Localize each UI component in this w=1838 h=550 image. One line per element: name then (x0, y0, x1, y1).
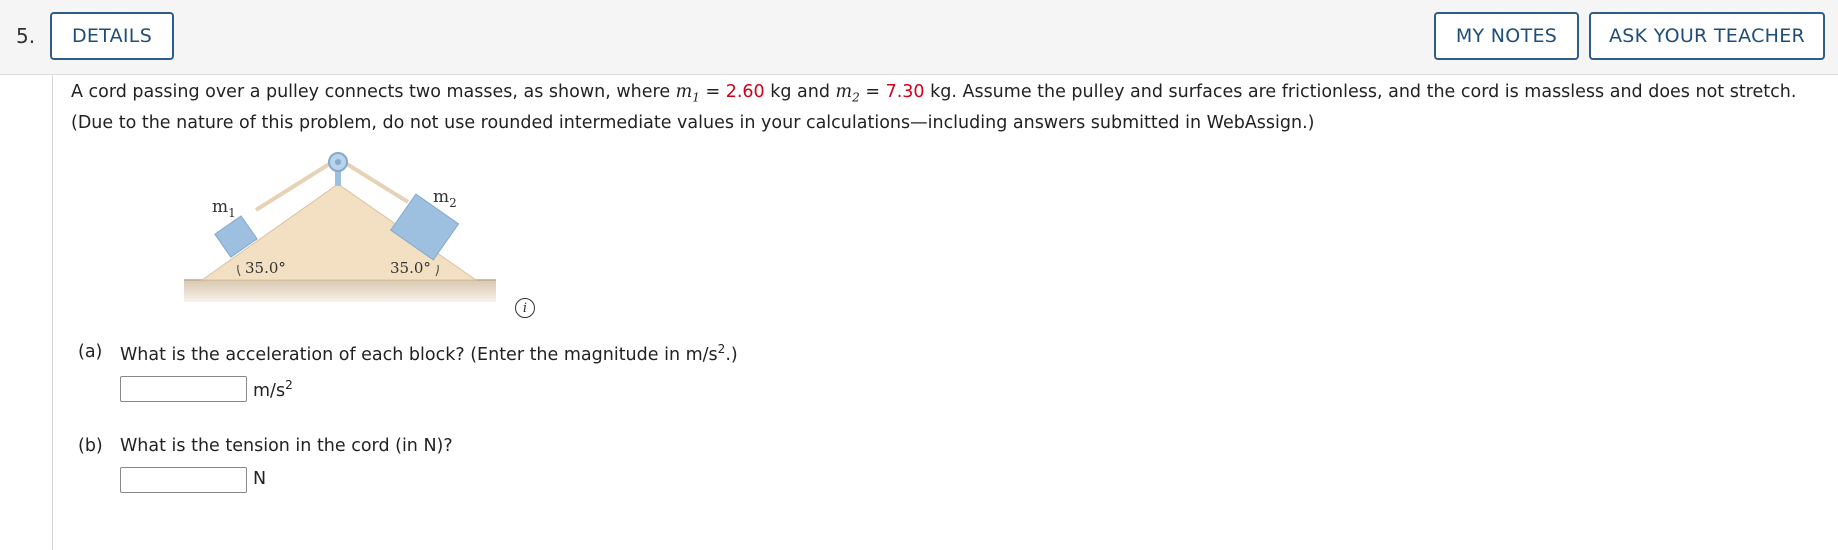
part-a-unit: m/s2 (253, 378, 293, 401)
part-a-label: (a) (78, 342, 103, 362)
question-number: 5. (16, 24, 36, 48)
my-notes-button[interactable]: MY NOTES (1434, 12, 1579, 60)
part-b-unit: N (253, 469, 267, 489)
details-button[interactable]: DETAILS (50, 12, 174, 60)
incline-diagram: m1 m2 35.0° 35.0° (184, 152, 496, 302)
problem-statement: A cord passing over a pulley connects tw… (71, 80, 1811, 136)
ground (184, 280, 496, 302)
part-a-question: What is the acceleration of each block? … (120, 342, 738, 365)
part-b-answer-input[interactable] (120, 467, 247, 493)
info-icon[interactable]: i (515, 298, 535, 318)
m2-label: m2 (433, 187, 457, 210)
prompt-text: A cord passing over a pulley connects tw… (71, 82, 676, 102)
pulley-incline-figure: m1 m2 35.0° 35.0° (180, 148, 500, 306)
m2-variable: m2 (835, 82, 860, 105)
m1-value: 2.60 (725, 82, 765, 102)
m1-variable: m1 (675, 82, 700, 105)
ask-your-teacher-button[interactable]: ASK YOUR TEACHER (1589, 12, 1825, 60)
right-angle-label: 35.0° (390, 259, 431, 277)
content-divider (52, 75, 53, 550)
part-b-question: What is the tension in the cord (in N)? (120, 436, 453, 456)
question-header: 5. DETAILS MY NOTES ASK YOUR TEACHER (0, 0, 1838, 75)
m1-label: m1 (212, 197, 236, 220)
m2-value: 7.30 (885, 82, 925, 102)
prompt-text: kg and (764, 82, 836, 102)
equals-sign: = (859, 82, 886, 102)
left-angle-label: 35.0° (245, 259, 286, 277)
part-a-answer-input[interactable] (120, 376, 247, 402)
equals-sign: = (699, 82, 726, 102)
part-b-label: (b) (78, 436, 103, 456)
